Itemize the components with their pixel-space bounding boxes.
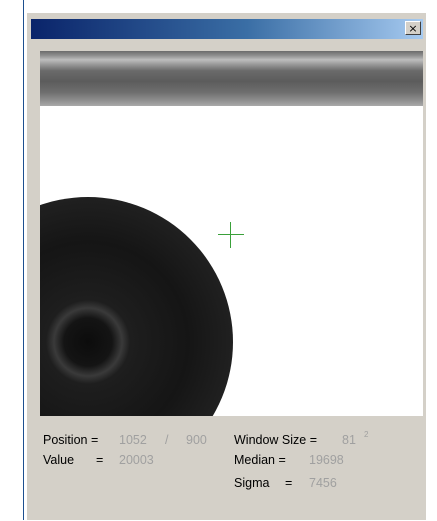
crosshair-cursor bbox=[218, 222, 244, 248]
sigma-value: 7456 bbox=[309, 476, 337, 490]
left-border-rule bbox=[0, 0, 24, 520]
close-icon: × bbox=[408, 21, 418, 35]
window-size-value: 81 bbox=[342, 433, 356, 447]
image-view[interactable] bbox=[40, 51, 423, 416]
screen-background: × Position = 1052 / 900 Window Size = 81… bbox=[0, 0, 437, 520]
sigma-label: Sigma bbox=[234, 476, 270, 490]
value-equals: = bbox=[96, 453, 104, 467]
image-stats-window: × Position = 1052 / 900 Window Size = 81… bbox=[26, 12, 426, 520]
position-separator: / bbox=[165, 433, 169, 447]
position-y-value: 900 bbox=[186, 433, 207, 447]
statistics-panel: Position = 1052 / 900 Window Size = 81 2… bbox=[27, 430, 427, 521]
sigma-equals: = bbox=[285, 476, 293, 490]
window-size-unit: 2 bbox=[364, 430, 369, 439]
median-label: Median = bbox=[234, 453, 286, 467]
median-value: 19698 bbox=[309, 453, 344, 467]
close-button[interactable]: × bbox=[405, 21, 421, 35]
window-size-label: Window Size = bbox=[234, 433, 318, 447]
value-label: Value bbox=[43, 453, 75, 467]
title-bar[interactable]: × bbox=[31, 19, 423, 39]
top-margin bbox=[0, 0, 437, 8]
pixel-value: 20003 bbox=[119, 453, 154, 467]
position-label: Position = bbox=[43, 433, 99, 447]
position-x-value: 1052 bbox=[119, 433, 147, 447]
